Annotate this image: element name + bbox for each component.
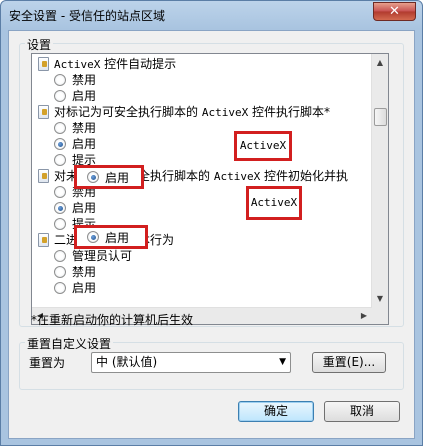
callout-enable-2: 启用 — [74, 225, 148, 249]
setting-option-label: 启用 — [72, 137, 97, 151]
reset-button[interactable]: 重置(E)... — [312, 352, 386, 373]
reset-level-select[interactable]: 中 (默认值) ▼ — [91, 352, 291, 373]
settings-list[interactable]: ActiveX 控件自动提示 禁用 启用 对标记为可安全执行脚本的 ActiveX 控… — [31, 53, 389, 325]
setting-lock-icon — [38, 233, 49, 247]
setting-lock-icon — [38, 57, 49, 71]
setting-header-label: 对标记为可安全执行脚本的 ActiveX 控件执行脚本* — [54, 105, 331, 119]
callout-activex-1: ActiveX — [234, 131, 292, 161]
scroll-thumb[interactable] — [374, 108, 387, 126]
radio-unselected-icon[interactable] — [54, 90, 66, 102]
radio-unselected-icon[interactable] — [54, 282, 66, 294]
radio-unselected-icon[interactable] — [54, 154, 66, 166]
scroll-right-arrow-icon[interactable]: ▶ — [356, 308, 372, 324]
reset-level-value: 中 (默认值) — [96, 355, 158, 369]
callout-enable-1: 启用 — [74, 165, 144, 189]
radio-unselected-icon[interactable] — [54, 250, 66, 262]
setting-option-label: 启用 — [72, 89, 97, 103]
radio-unselected-icon[interactable] — [54, 266, 66, 278]
scroll-down-arrow-icon[interactable]: ▼ — [372, 290, 388, 307]
scroll-up-arrow-icon[interactable]: ▲ — [372, 54, 388, 71]
close-button[interactable]: ✕ — [373, 2, 416, 21]
restart-note: *在重新启动你的计算机后生效 — [31, 313, 194, 327]
callout-activex-2: ActiveX — [246, 186, 302, 220]
setting-option-label: 禁用 — [72, 73, 97, 87]
radio-selected-icon — [87, 171, 99, 183]
radio-unselected-icon[interactable] — [54, 74, 66, 86]
radio-selected-icon[interactable] — [54, 138, 66, 150]
setting-lock-icon — [38, 169, 49, 183]
reset-group-label: 重置自定义设置 — [25, 335, 114, 352]
vertical-scrollbar[interactable]: ▲ ▼ — [371, 54, 388, 324]
radio-unselected-icon[interactable] — [54, 218, 66, 230]
reset-to-label: 重置为 — [29, 356, 66, 370]
setting-lock-icon — [38, 105, 49, 119]
ok-button[interactable]: 确定 — [238, 401, 314, 422]
radio-unselected-icon[interactable] — [54, 186, 66, 198]
settings-group-label: 设置 — [25, 36, 54, 53]
setting-header-label: ActiveX 控件自动提示 — [54, 57, 177, 71]
title-bar[interactable]: 安全设置 - 受信任的站点区域 ✕ — [1, 1, 422, 29]
security-settings-dialog: 安全设置 - 受信任的站点区域 ✕ 设置 ActiveX 控件自动提示 禁用 启用对… — [0, 0, 423, 446]
cancel-button[interactable]: 取消 — [324, 401, 400, 422]
radio-selected-icon[interactable] — [54, 202, 66, 214]
radio-selected-icon — [87, 231, 99, 243]
setting-option-label: 禁用 — [72, 121, 97, 135]
radio-unselected-icon[interactable] — [54, 122, 66, 134]
dialog-client-area: 设置 ActiveX 控件自动提示 禁用 启用 对标记为可安全执行脚本的 Active… — [8, 30, 415, 439]
setting-option-label: 启用 — [72, 281, 97, 295]
dropdown-arrow-icon: ▼ — [279, 357, 286, 367]
setting-option-label: 启用 — [72, 201, 97, 215]
setting-option-label: 禁用 — [72, 265, 97, 279]
window-title: 安全设置 - 受信任的站点区域 — [9, 9, 165, 23]
setting-option-label: 管理员认可 — [72, 249, 133, 263]
